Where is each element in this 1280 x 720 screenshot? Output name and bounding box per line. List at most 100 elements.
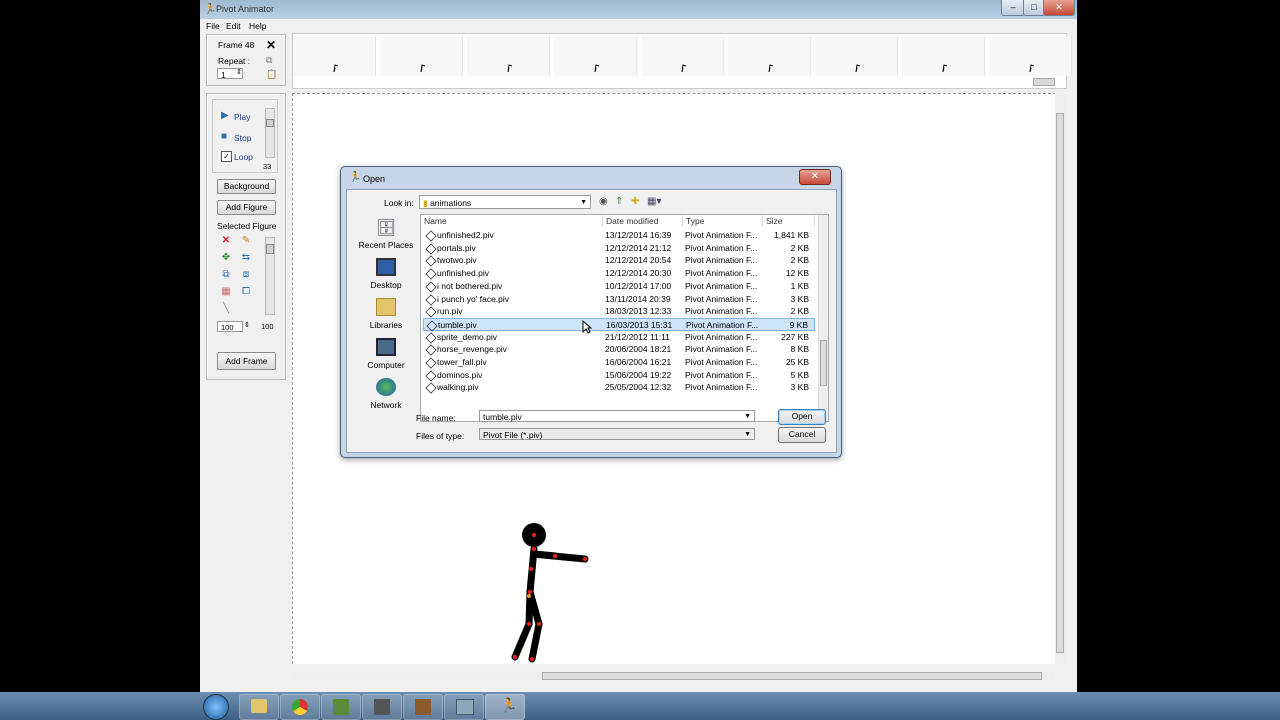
file-row[interactable]: run.piv 18/03/2013 12:33 Pivot Animation F… [423,305,815,318]
place-recent[interactable]: 🗄 Recent Places [356,218,416,254]
copy-frame-icon[interactable]: ⧉ [266,55,272,66]
background-button[interactable]: Background [217,179,276,194]
play-icon[interactable]: ▶ [221,110,229,121]
timeline-frame[interactable] [902,36,985,76]
scale-stepper-icon[interactable]: ⇕ [244,321,250,329]
column-size[interactable]: Size [763,215,815,227]
app-taskbar-icon[interactable] [362,694,402,720]
column-date-modified[interactable]: Date modified [603,215,683,227]
timeline-frame[interactable] [554,36,637,76]
stop-button[interactable]: Stop [234,133,252,143]
edit-figure-icon[interactable]: ✎ [241,236,251,246]
column-name[interactable]: Name [421,215,603,227]
scale-slider[interactable] [265,237,275,315]
paste-frame-icon[interactable]: 📋 [266,69,277,80]
file-row[interactable]: unfinished2.piv 13/12/2014 16:39 Pivot Ani… [423,229,815,242]
stick-figure[interactable] [493,514,613,674]
add-frame-button[interactable]: Add Frame [217,352,276,370]
flip-figure-icon[interactable]: ⇆ [241,253,251,263]
file-name: twotwo.piv [437,255,477,266]
column-type[interactable]: Type [683,215,763,227]
place-libraries[interactable]: Libraries [356,298,416,334]
timeline-frame[interactable] [467,36,550,76]
chevron-down-icon: ▼ [744,413,751,420]
place-network[interactable]: Network [356,378,416,414]
look-in-dropdown[interactable]: ▮ animations ▼ [419,195,591,209]
canvas-vertical-scrollbar[interactable] [1055,93,1066,663]
pivot-taskbar-icon[interactable]: 🏃 [485,694,525,720]
color-figure-icon[interactable]: ▦ [221,287,231,297]
view-menu-icon[interactable]: ▦▾ [647,196,661,207]
chrome-taskbar-icon[interactable] [280,694,320,720]
window-taskbar-icon[interactable] [444,694,484,720]
file-row[interactable]: twotwo.piv 12/12/2014 20:54 Pivot Animatio… [423,254,815,268]
canvas-horizontal-scrollbar[interactable] [292,671,1055,681]
timeline-frame[interactable] [728,36,811,76]
file-row[interactable]: tower_fall.piv 16/06/2004 16:21 Pivot Anim… [423,356,815,369]
file-row[interactable]: unfinished.piv 12/12/2014 20:30 Pivot Anim… [423,267,815,280]
file-list-scroll-thumb[interactable] [820,340,827,386]
duplicate-figure-icon[interactable]: ⧠ [241,287,251,297]
timeline-scroll-thumb[interactable] [1033,78,1055,86]
file-row[interactable]: tumble.piv 16/03/2013 15:31 Pivot Animatio… [423,317,815,332]
explorer-taskbar-icon[interactable] [239,694,279,720]
timeline-frame[interactable] [641,36,724,76]
cancel-button[interactable]: Cancel [778,427,826,443]
menu-edit[interactable]: Edit [226,21,241,31]
open-button[interactable]: Open [778,409,826,425]
repeat-stepper-icon[interactable]: ⇕ [236,68,242,76]
loop-checkbox[interactable]: ✓ [221,151,232,162]
files-of-type-dropdown[interactable]: Pivot File (*.piv) ▼ [479,428,755,440]
canvas-vertical-thumb[interactable] [1056,113,1064,653]
front-figure-icon[interactable]: ⧉ [221,270,231,280]
delete-figure-icon[interactable]: ✕ [221,236,231,246]
file-row[interactable]: i punch yo' face.piv 13/11/2014 20:39 Pivo… [423,293,815,306]
file-row[interactable]: walking.piv 25/05/2004 12:32 Pivot Animati… [423,381,815,395]
play-button[interactable]: Play [234,112,251,122]
minimize-button[interactable]: – [1001,0,1025,16]
app-icon: 🏃 [204,4,217,15]
minecraft-taskbar-icon[interactable] [321,694,361,720]
join-figure-icon[interactable]: ╲ [221,304,231,314]
back-icon[interactable]: ◉ [599,196,608,207]
timeline-frame[interactable] [815,36,898,76]
file-row[interactable]: dominos.piv 15/06/2004 19:22 Pivot Animati… [423,369,815,382]
speed-slider-thumb[interactable] [266,119,274,127]
menu-help[interactable]: Help [249,21,266,31]
piv-file-icon [425,331,437,344]
piv-file-icon [425,344,437,356]
add-figure-button[interactable]: Add Figure [217,200,276,215]
center-figure-icon[interactable]: ✥ [221,253,231,263]
timeline-frame[interactable] [380,36,463,76]
delete-frame-icon[interactable]: ✕ [266,38,276,52]
timeline-frame[interactable] [989,36,1072,76]
piv-file-icon [425,230,437,242]
file-row[interactable]: portals.piv 12/12/2014 21:12 Pivot Animati… [423,242,815,255]
file-row[interactable]: i not bothered.piv 10/12/2014 17:00 Pivot … [423,280,815,293]
chest-taskbar-icon[interactable] [403,694,443,720]
start-button-icon[interactable] [203,694,229,720]
file-list-scrollbar[interactable] [818,215,828,420]
piv-file-icon [425,281,437,293]
file-name-input[interactable]: tumble.piv ▼ [479,410,755,422]
timeline-frame[interactable] [293,36,376,76]
back-figure-icon[interactable]: ⧈ [241,270,251,280]
file-row[interactable]: sprite_demo.piv 21/12/2012 11:11 Pivot Ani… [423,331,815,344]
recent-places-icon: 🗄 [376,220,397,237]
scale-input[interactable]: 100 [217,321,243,332]
file-row[interactable]: horse_revenge.piv 20/06/2004 18:21 Pivot A… [423,343,815,356]
menu-file[interactable]: File [206,21,220,31]
speed-slider[interactable] [265,108,275,158]
file-type: Pivot Animation F... [685,331,758,342]
place-desktop[interactable]: Desktop [356,258,416,294]
close-window-button[interactable]: ✕ [1043,0,1075,16]
canvas-horizontal-thumb[interactable] [542,672,1042,680]
maximize-button[interactable]: □ [1023,0,1045,16]
scale-slider-thumb[interactable] [266,244,274,254]
place-computer[interactable]: Computer [356,338,416,374]
tools-panel: ▶ Play ■ Stop ✓ Loop 33 Background Add F… [206,93,286,380]
up-folder-icon[interactable]: ⇑ [615,196,623,207]
stop-icon[interactable]: ■ [221,131,227,142]
dialog-close-button[interactable]: ✕ [799,169,831,185]
new-folder-icon[interactable]: ✚ [631,196,639,207]
